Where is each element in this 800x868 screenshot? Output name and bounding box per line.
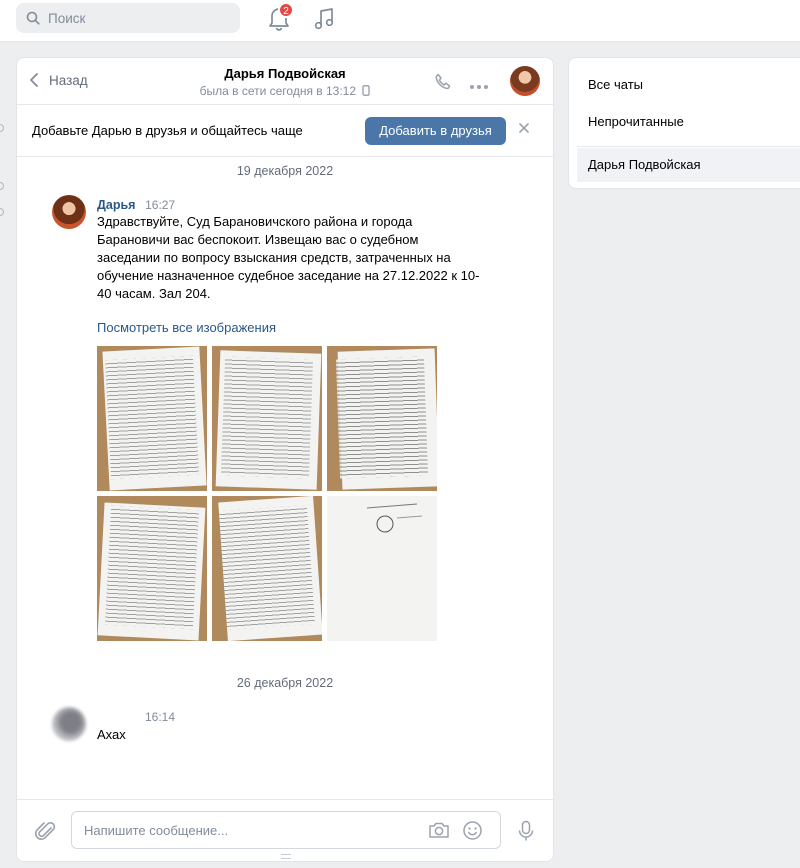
paperclip-icon [34,822,56,840]
message-input[interactable] [84,812,414,848]
attach-button[interactable] [34,820,57,845]
photo-thumbnail[interactable] [97,346,207,491]
filter-current-chat[interactable]: Дарья Подвойская [577,148,800,182]
emoji-button[interactable] [462,820,483,844]
call-button[interactable] [433,72,453,95]
left-nav-stub [0,208,4,216]
chat-filters: Все чаты Непрочитанные Дарья Подвойская [568,57,800,189]
dismiss-button[interactable] [517,121,531,138]
message-meta: 16:14 [97,709,497,724]
search-input[interactable]: Поиск [16,3,240,33]
left-nav-stub [0,124,4,132]
date-separator: 19 декабря 2022 [236,164,334,178]
message-text: Здравствуйте, Суд Барановичского района … [97,214,480,301]
filter-all-chats[interactable]: Все чаты [569,68,800,102]
camera-button[interactable] [428,820,450,843]
camera-icon [429,822,449,838]
notifications-badge: 2 [278,2,294,18]
photo-grid [97,346,497,641]
photo-thumbnail[interactable] [212,496,322,641]
phone-icon [435,73,451,90]
resize-handle[interactable] [281,854,291,859]
message-history: 19 декабря 2022 Дарья 16:27 Здравствуйте… [17,159,553,799]
photo-thumbnail[interactable] [327,346,437,491]
photo-thumbnail[interactable] [212,346,322,491]
view-all-images-link[interactable]: Посмотреть все изображения [97,320,497,335]
more-dots-icon [470,85,488,89]
music-button[interactable] [312,6,338,32]
chat-panel: Назад Дарья Подвойская была в сети сегод… [16,57,554,862]
music-note-icon [314,8,334,30]
smile-icon [463,821,482,840]
friend-prompt: Добавьте Дарью в друзья и общайтесь чаще [32,123,303,138]
more-button[interactable] [469,78,489,93]
search-placeholder: Поиск [48,10,86,26]
left-nav-stub [0,182,4,190]
chat-header: Назад Дарья Подвойская была в сети сегод… [17,58,553,105]
friend-suggestion-bar: Добавьте Дарью в друзья и общайтесь чаще… [17,105,553,157]
filter-unread[interactable]: Непрочитанные [569,105,800,139]
message-text: Ахах [97,727,126,742]
photo-thumbnail[interactable] [327,496,437,641]
peer-status-text: была в сети сегодня в 13:12 [199,84,357,98]
search-icon [26,11,40,25]
photo-thumbnail[interactable] [97,496,207,641]
message-author[interactable]: Дарья [97,198,135,212]
message-composer [17,799,553,861]
close-icon [519,123,529,133]
message-time: 16:14 [145,710,176,724]
avatar[interactable] [52,707,86,741]
message-input-wrapper [71,811,501,849]
top-bar: Поиск 2 [0,0,800,42]
message-time: 16:27 [145,198,176,212]
stamp-icon [366,503,423,533]
notifications-button[interactable]: 2 [266,2,294,32]
divider [577,146,800,147]
microphone-icon [518,820,534,841]
date-separator: 26 декабря 2022 [236,676,334,690]
message-meta: Дарья 16:27 [97,197,497,212]
avatar[interactable] [52,195,86,229]
mobile-icon [362,85,370,96]
add-friend-button[interactable]: Добавить в друзья [365,117,506,145]
peer-avatar[interactable] [510,66,540,96]
voice-message-button[interactable] [517,820,535,845]
